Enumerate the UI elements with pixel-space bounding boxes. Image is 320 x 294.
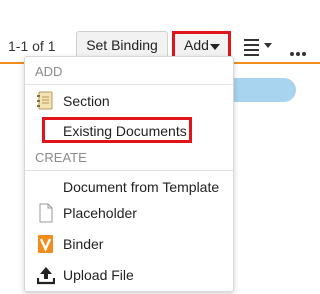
menu-item-label: Section bbox=[63, 93, 110, 109]
menu-item-upload-file[interactable]: Upload File bbox=[25, 262, 233, 290]
add-button-label: Add bbox=[184, 37, 209, 53]
binder-icon bbox=[37, 234, 55, 254]
menu-divider bbox=[25, 84, 233, 85]
menu-section-create-header: CREATE bbox=[35, 150, 87, 165]
list-view-icon[interactable] bbox=[244, 39, 259, 59]
highlight-box bbox=[42, 117, 192, 143]
menu-item-label: Document from Template bbox=[63, 179, 220, 195]
upload-icon bbox=[36, 265, 56, 285]
view-dropdown-caret-icon[interactable] bbox=[264, 43, 272, 48]
menu-divider bbox=[25, 170, 233, 171]
menu-item-label: Placeholder bbox=[63, 205, 137, 221]
menu-item-placeholder[interactable]: Placeholder bbox=[25, 200, 233, 228]
menu-item-label: Binder bbox=[63, 236, 104, 252]
more-actions-icon[interactable] bbox=[290, 43, 308, 61]
placeholder-document-icon bbox=[37, 203, 55, 223]
chevron-down-icon bbox=[210, 44, 220, 50]
toolbar: 1-1 of 1 Set Binding Add bbox=[0, 0, 320, 62]
menu-item-section[interactable]: Section bbox=[25, 88, 233, 116]
add-dropdown-menu: ADD Section Existing Documents CREATE Do… bbox=[24, 56, 234, 292]
pagination-text: 1-1 of 1 bbox=[8, 38, 56, 54]
menu-item-document-from-template[interactable]: Document from Template bbox=[25, 174, 233, 202]
menu-item-label: Upload File bbox=[63, 267, 134, 283]
menu-section-add-header: ADD bbox=[35, 64, 63, 79]
section-icon bbox=[37, 91, 55, 111]
menu-item-binder[interactable]: Binder bbox=[25, 231, 233, 259]
